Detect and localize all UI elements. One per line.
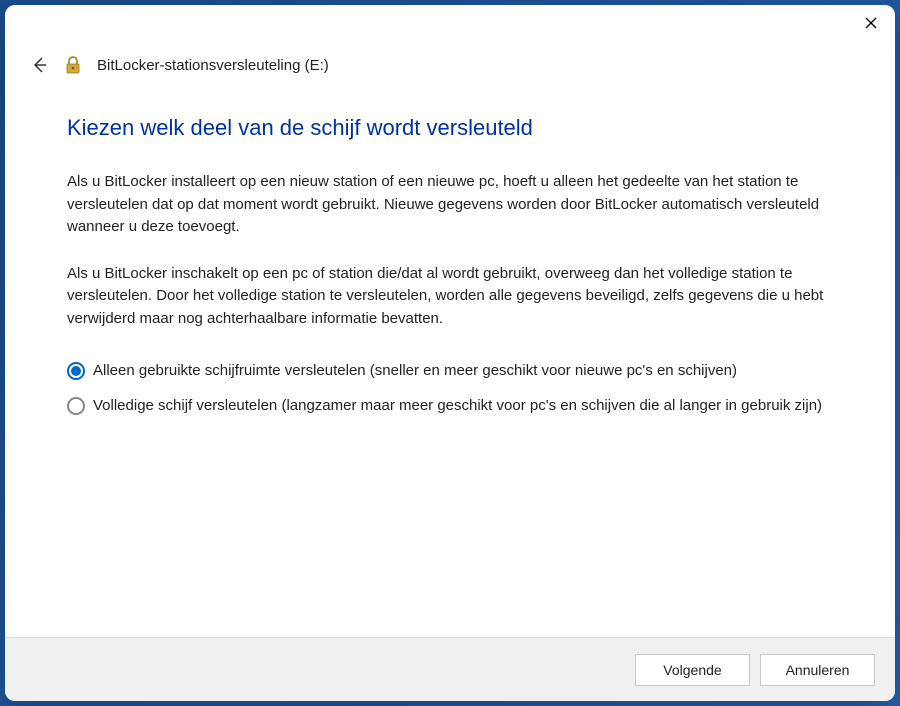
radio-button-icon xyxy=(67,397,85,415)
header-row: BitLocker-stationsversleuteling (E:) xyxy=(5,45,895,75)
close-button[interactable] xyxy=(861,13,881,33)
back-arrow-icon xyxy=(30,56,48,74)
description-paragraph-2: Als u BitLocker inschakelt op een pc of … xyxy=(67,263,833,331)
page-heading: Kiezen welk deel van de schijf wordt ver… xyxy=(67,115,833,141)
encryption-options-group: Alleen gebruikte schijfruimte versleutel… xyxy=(67,360,833,416)
footer-bar: Volgende Annuleren xyxy=(5,637,895,701)
radio-label: Alleen gebruikte schijfruimte versleutel… xyxy=(93,360,737,381)
window-title: BitLocker-stationsversleuteling (E:) xyxy=(97,57,329,74)
radio-option-used-space[interactable]: Alleen gebruikte schijfruimte versleutel… xyxy=(67,360,833,381)
bitlocker-icon xyxy=(63,55,83,75)
close-icon xyxy=(865,17,877,29)
next-button[interactable]: Volgende xyxy=(635,654,750,686)
cancel-button[interactable]: Annuleren xyxy=(760,654,875,686)
radio-label: Volledige schijf versleutelen (langzamer… xyxy=(93,395,822,416)
titlebar xyxy=(5,5,895,45)
bitlocker-wizard-window: BitLocker-stationsversleuteling (E:) Kie… xyxy=(5,5,895,701)
content-area: Kiezen welk deel van de schijf wordt ver… xyxy=(5,75,895,637)
radio-option-full-drive[interactable]: Volledige schijf versleutelen (langzamer… xyxy=(67,395,833,416)
radio-button-icon xyxy=(67,362,85,380)
back-button[interactable] xyxy=(29,55,49,75)
description-paragraph-1: Als u BitLocker installeert op een nieuw… xyxy=(67,171,833,239)
